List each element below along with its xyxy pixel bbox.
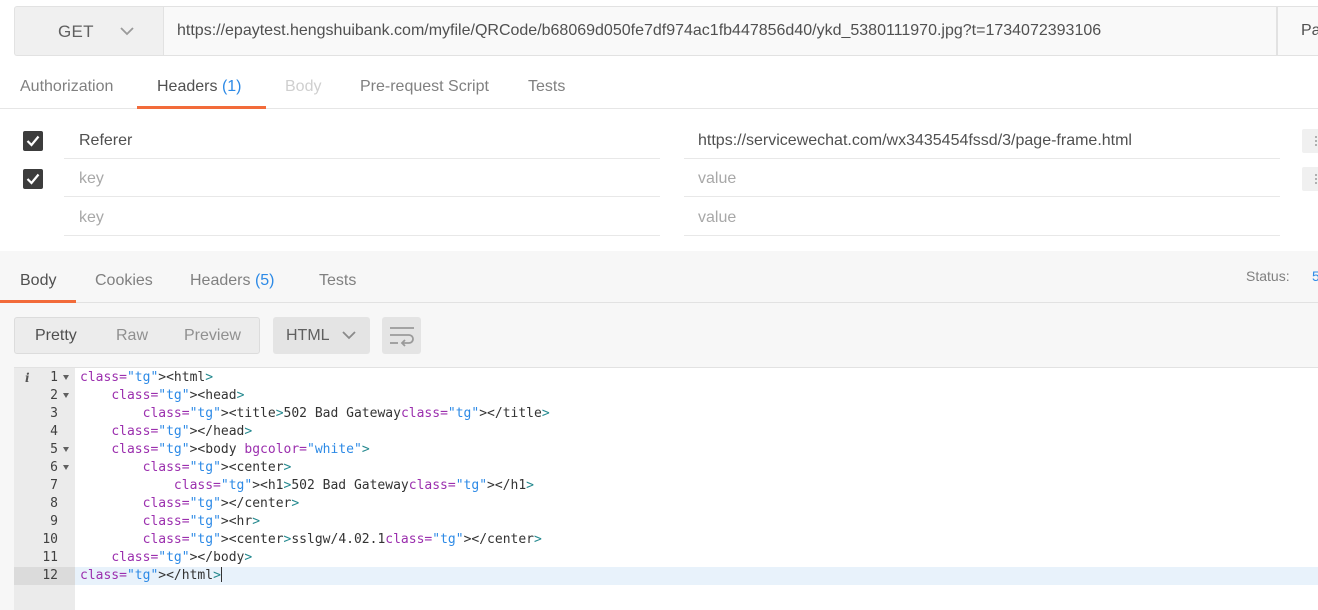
- header-key-input[interactable]: Referer: [64, 121, 660, 159]
- code-line: 4 class="tg"></head>: [14, 423, 1318, 441]
- code-line: 7 class="tg"><h1>502 Bad Gatewayclass="t…: [14, 477, 1318, 495]
- status-label: Status:: [1246, 268, 1290, 284]
- tab-authorization[interactable]: Authorization: [20, 62, 113, 108]
- format-select[interactable]: HTML: [273, 317, 370, 354]
- header-value-input[interactable]: value: [684, 198, 1280, 236]
- view-mode-segmented: Pretty Raw Preview: [14, 317, 260, 354]
- code-text: class="tg"><center>: [142, 460, 292, 475]
- header-row: key value: [0, 159, 1318, 197]
- header-key-input[interactable]: key: [64, 159, 660, 197]
- fold-arrow-icon[interactable]: [63, 393, 69, 398]
- line-number: 7: [50, 478, 58, 493]
- request-url-bar: GET https://epaytest.hengshuibank.com/my…: [0, 0, 1318, 62]
- row-menu-icon[interactable]: [1302, 129, 1318, 153]
- params-button[interactable]: Params: [1277, 6, 1318, 56]
- code-line: 1 i class="tg"><html>: [14, 369, 1318, 387]
- info-icon[interactable]: i: [25, 369, 30, 387]
- line-number: 10: [42, 532, 58, 547]
- header-enabled-checkbox[interactable]: [23, 169, 43, 189]
- line-number: 12: [14, 567, 75, 585]
- code-text: class="tg"></center>: [142, 496, 300, 511]
- code-text: class="tg"><body bgcolor="white">: [111, 442, 370, 457]
- line-number: 11: [42, 550, 58, 565]
- tab-pre-request-script[interactable]: Pre-request Script: [360, 62, 489, 108]
- tab-tests[interactable]: Tests: [528, 62, 565, 108]
- fold-arrow-icon[interactable]: [63, 375, 69, 380]
- response-headers-count-badge: (5): [254, 272, 275, 289]
- tab-label: Cookies: [95, 272, 153, 289]
- code-text: class="tg"><html>: [80, 370, 214, 385]
- header-row: key value: [0, 198, 1318, 236]
- header-key-input[interactable]: key: [64, 198, 660, 236]
- code-text: class="tg"><h1>502 Bad Gatewayclass="tg"…: [173, 478, 534, 493]
- tab-response-headers[interactable]: Headers (5): [190, 251, 275, 302]
- code-text: class="tg"><title>502 Bad Gatewayclass="…: [142, 406, 550, 421]
- code-text: class="tg"></body>: [111, 550, 253, 565]
- response-code-editor[interactable]: 1 i class="tg"><html> 2 class="tg"><head> 3 …: [14, 367, 1318, 610]
- header-enabled-checkbox[interactable]: [23, 131, 43, 151]
- fold-arrow-icon[interactable]: [63, 465, 69, 470]
- tab-label: Tests: [319, 272, 357, 289]
- headers-table: Referer https://servicewechat.com/wx3435…: [0, 109, 1318, 251]
- tab-label: Headers: [157, 78, 218, 95]
- header-row: Referer https://servicewechat.com/wx3435…: [0, 121, 1318, 159]
- line-number: 4: [50, 424, 58, 439]
- code-line: 9 class="tg"><hr>: [14, 513, 1318, 531]
- view-pretty-button[interactable]: Pretty: [35, 318, 77, 353]
- tab-label: Headers: [190, 272, 251, 289]
- format-label: HTML: [286, 327, 330, 344]
- view-raw-button[interactable]: Raw: [116, 318, 148, 353]
- tab-label: Tests: [528, 78, 566, 95]
- code-line: 11 class="tg"></body>: [14, 549, 1318, 567]
- tab-label: Authorization: [20, 78, 114, 95]
- headers-count-badge: (1): [221, 78, 242, 95]
- code-line: 10 class="tg"><center>sslgw/4.02.1class=…: [14, 531, 1318, 549]
- tab-response-cookies[interactable]: Cookies: [95, 251, 153, 302]
- code-text: class="tg"></head>: [111, 424, 253, 439]
- fold-arrow-icon[interactable]: [63, 447, 69, 452]
- line-number: 9: [50, 514, 58, 529]
- check-icon: [26, 135, 40, 147]
- tab-response-tests[interactable]: Tests: [319, 251, 356, 302]
- response-tabs: Body Cookies Headers (5) Tests: [0, 251, 1318, 303]
- check-icon: [26, 173, 40, 185]
- header-value-input[interactable]: value: [684, 159, 1280, 197]
- request-tabs: Authorization Headers (1) Body Pre-reque…: [0, 62, 1318, 109]
- active-response-tab-indicator: [0, 300, 76, 303]
- chevron-down-icon: [342, 331, 356, 340]
- code-line: 12 class="tg"></html>: [14, 567, 1318, 585]
- tab-label: Pre-request Script: [360, 78, 489, 95]
- code-text: class="tg"></html>: [80, 567, 222, 583]
- tab-body[interactable]: Body: [285, 62, 321, 108]
- url-input[interactable]: https://epaytest.hengshuibank.com/myfile…: [163, 6, 1277, 56]
- status-code[interactable]: 502: [1312, 268, 1318, 284]
- row-menu-icon[interactable]: [1302, 167, 1318, 191]
- status-readout: Status: 502: [1246, 268, 1318, 284]
- view-preview-button[interactable]: Preview: [184, 318, 241, 353]
- tab-response-body[interactable]: Body: [20, 251, 56, 302]
- code-line: 2 class="tg"><head>: [14, 387, 1318, 405]
- code-text: class="tg"><hr>: [142, 514, 261, 529]
- code-line: 8 class="tg"></center>: [14, 495, 1318, 513]
- code-text: class="tg"><center>sslgw/4.02.1class="tg…: [142, 532, 542, 547]
- code-line: 5 class="tg"><body bgcolor="white">: [14, 441, 1318, 459]
- line-number: 3: [50, 406, 58, 421]
- code-text: class="tg"><head>: [111, 388, 245, 403]
- method-select[interactable]: GET: [14, 6, 163, 56]
- tab-headers[interactable]: Headers (1): [157, 62, 242, 108]
- method-label: GET: [58, 22, 94, 41]
- chevron-down-icon: [120, 27, 134, 36]
- tab-label: Body: [285, 78, 322, 95]
- wrap-lines-button[interactable]: [382, 317, 421, 354]
- line-number: 8: [50, 496, 58, 511]
- wrap-lines-icon: [390, 327, 414, 347]
- tab-label: Body: [20, 272, 57, 289]
- header-value-input[interactable]: https://servicewechat.com/wx3435454fssd/…: [684, 121, 1280, 159]
- code-line: 3 class="tg"><title>502 Bad Gatewayclass…: [14, 405, 1318, 423]
- code-line: 6 class="tg"><center>: [14, 459, 1318, 477]
